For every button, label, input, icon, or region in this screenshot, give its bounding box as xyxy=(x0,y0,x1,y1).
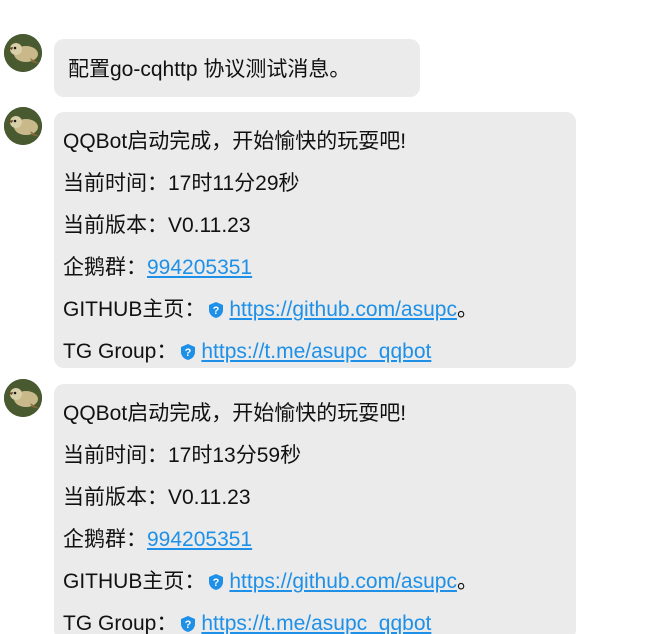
bird-avatar-icon xyxy=(4,379,42,417)
bird-avatar-icon xyxy=(4,34,42,72)
message-line: 企鹅群：994205351 xyxy=(63,252,576,294)
message-bubble: QQBot启动完成，开始愉快的玩耍吧! 当前时间：17时13分59秒 当前版本：… xyxy=(54,384,576,634)
line-label: GITHUB主页： xyxy=(63,570,206,593)
line-label: 企鹅群： xyxy=(63,256,147,279)
bird-avatar-icon xyxy=(4,107,42,145)
message-text: 配置go-cqhttp 协议测试消息。 xyxy=(68,58,351,81)
message-text: 当前时间：17时11分29秒 xyxy=(63,172,300,195)
group-number-link[interactable]: 994205351 xyxy=(147,256,252,279)
svg-text:?: ? xyxy=(185,347,192,359)
shield-link-icon: ? xyxy=(209,302,224,318)
message-bubble: QQBot启动完成，开始愉快的玩耍吧! 当前时间：17时11分29秒 当前版本：… xyxy=(54,112,576,368)
message-line: TG Group：? https://t.me/asupc_qqbot xyxy=(63,336,576,378)
message-line: GITHUB主页：? https://github.com/asupc。 xyxy=(63,566,576,608)
line-suffix: 。 xyxy=(456,298,478,321)
chat-window: 配置go-cqhttp 协议测试消息。 QQBot启动完成，开始愉快的玩耍吧! … xyxy=(0,0,652,634)
message-line: 企鹅群：994205351 xyxy=(63,524,576,566)
message-text: 当前版本：V0.11.23 xyxy=(63,486,251,509)
avatar-icon[interactable] xyxy=(4,34,42,72)
line-suffix: 。 xyxy=(456,570,478,593)
line-label: TG Group： xyxy=(63,340,178,363)
line-label: TG Group： xyxy=(63,612,178,634)
github-link[interactable]: https://github.com/asupc xyxy=(229,298,457,321)
group-number-link[interactable]: 994205351 xyxy=(147,528,252,551)
message-text: 当前版本：V0.11.23 xyxy=(63,214,251,237)
svg-text:?: ? xyxy=(185,619,192,631)
github-link[interactable]: https://github.com/asupc xyxy=(229,570,457,593)
svg-text:?: ? xyxy=(213,577,220,589)
message-text: QQBot启动完成，开始愉快的玩耍吧! xyxy=(63,402,407,425)
message-text: QQBot启动完成，开始愉快的玩耍吧! xyxy=(63,130,407,153)
telegram-link[interactable]: https://t.me/asupc_qqbot xyxy=(201,612,431,634)
shield-link-icon: ? xyxy=(209,574,224,590)
message-bubble: 配置go-cqhttp 协议测试消息。 xyxy=(54,39,420,97)
avatar-icon[interactable] xyxy=(4,107,42,145)
message-text: 当前时间：17时13分59秒 xyxy=(63,444,302,467)
avatar-icon[interactable] xyxy=(4,379,42,417)
shield-link-icon: ? xyxy=(181,344,196,360)
svg-text:?: ? xyxy=(213,305,220,317)
shield-link-icon: ? xyxy=(181,616,196,632)
telegram-link[interactable]: https://t.me/asupc_qqbot xyxy=(201,340,431,363)
message-line: TG Group：? https://t.me/asupc_qqbot xyxy=(63,608,576,634)
line-label: GITHUB主页： xyxy=(63,298,206,321)
line-label: 企鹅群： xyxy=(63,528,147,551)
message-line: GITHUB主页：? https://github.com/asupc。 xyxy=(63,294,576,336)
